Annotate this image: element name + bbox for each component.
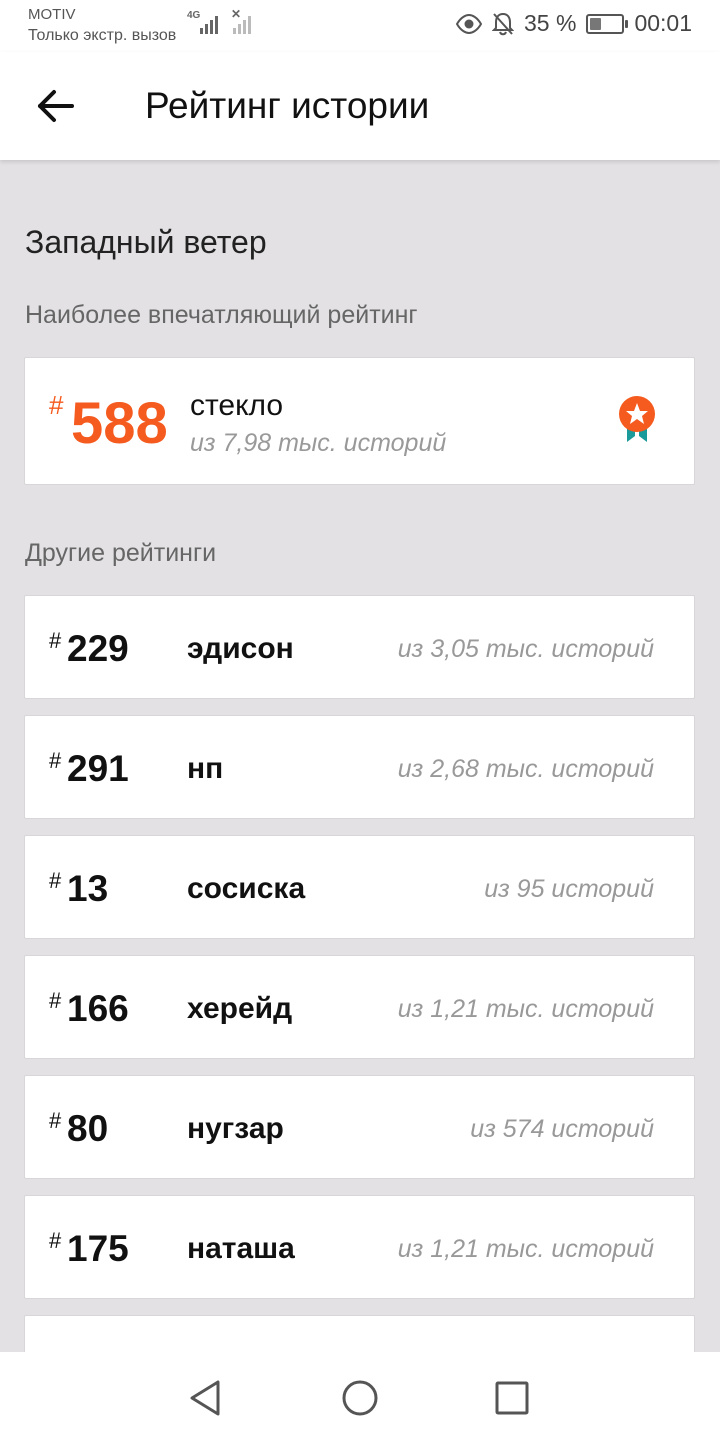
- medal-icon: [619, 396, 655, 442]
- status-right: 35 % 00:01: [456, 10, 692, 37]
- rank-number: 175: [67, 1228, 129, 1269]
- tag-name: сосиска: [187, 872, 306, 905]
- ranking-row[interactable]: # 80 нугзар из 574 историй: [24, 1075, 695, 1179]
- rank-hash: #: [49, 628, 62, 653]
- rank-number: 291: [67, 748, 129, 789]
- tag-name: наташа: [187, 1232, 295, 1265]
- tag-total: из 3,05 тыс. историй: [397, 635, 654, 663]
- page-title: Рейтинг истории: [145, 85, 430, 126]
- ranking-row[interactable]: # 291 нп из 2,68 тыс. историй: [24, 715, 695, 819]
- tag-total: из 574 историй: [470, 1115, 654, 1143]
- arrow-left-icon: [38, 90, 74, 122]
- tag-name: нп: [187, 752, 224, 785]
- tag-total: из 1,21 тыс. историй: [397, 1235, 654, 1263]
- highlight-label: Наиболее впечатляющий рейтинг: [25, 301, 418, 329]
- back-button[interactable]: [30, 80, 82, 132]
- rank-hash: #: [49, 1108, 62, 1133]
- rank-hash: #: [49, 868, 62, 893]
- battery-percent: 35 %: [524, 10, 577, 36]
- rank-number: 588: [71, 391, 168, 456]
- rank-hash: #: [49, 390, 64, 420]
- network-type: 4G: [187, 10, 201, 21]
- tag-name: херейд: [187, 992, 293, 1025]
- bell-off-icon: [492, 12, 514, 35]
- tag-total: из 2,68 тыс. историй: [397, 755, 654, 783]
- rank-number: 13: [67, 868, 109, 909]
- status-bar: MOTIV Только экстр. вызов 4G ✕ 35 % 00:0…: [0, 0, 720, 52]
- nav-home-icon[interactable]: [340, 1378, 380, 1418]
- highlight-ranking-card[interactable]: # 588 стекло из 7,98 тыс. историй: [24, 357, 695, 485]
- tag-total: из 1,21 тыс. историй: [397, 995, 654, 1023]
- tag-name: эдисон: [187, 632, 294, 665]
- signal-icon-secondary: [233, 14, 251, 34]
- rank-number: 166: [67, 988, 129, 1029]
- carrier-name: MOTIV: [28, 6, 76, 23]
- battery-icon: [586, 13, 629, 34]
- clock: 00:01: [634, 10, 692, 36]
- rank-hash: #: [49, 988, 62, 1013]
- nav-recents-icon[interactable]: [492, 1378, 532, 1418]
- ranking-row[interactable]: # 229 эдисон из 3,05 тыс. историй: [24, 595, 695, 699]
- tag-name: нугзар: [187, 1112, 284, 1145]
- eye-icon: [456, 13, 482, 34]
- tag-name: стекло: [190, 389, 284, 422]
- ranking-row[interactable]: # 175 наташа из 1,21 тыс. историй: [24, 1195, 695, 1299]
- rank-number: 80: [67, 1108, 109, 1149]
- others-label: Другие рейтинги: [25, 539, 217, 567]
- tag-total: из 7,98 тыс. историй: [190, 429, 447, 457]
- rank-hash: #: [49, 748, 62, 773]
- ranking-row[interactable]: # 13 сосиска из 95 историй: [24, 835, 695, 939]
- battery-level: [590, 17, 601, 30]
- story-name: Западный ветер: [25, 224, 267, 260]
- tag-total: из 95 историй: [484, 875, 654, 903]
- rank-hash: #: [49, 1228, 62, 1253]
- nav-back-icon[interactable]: [186, 1378, 226, 1418]
- ranking-row[interactable]: # 166 херейд из 1,21 тыс. историй: [24, 955, 695, 1059]
- app-bar: Рейтинг истории: [0, 52, 720, 160]
- carrier-status: Только экстр. вызов: [28, 27, 177, 44]
- signal-icon: [200, 14, 218, 34]
- system-nav-bar: [0, 1352, 720, 1440]
- rank-number: 229: [67, 628, 129, 669]
